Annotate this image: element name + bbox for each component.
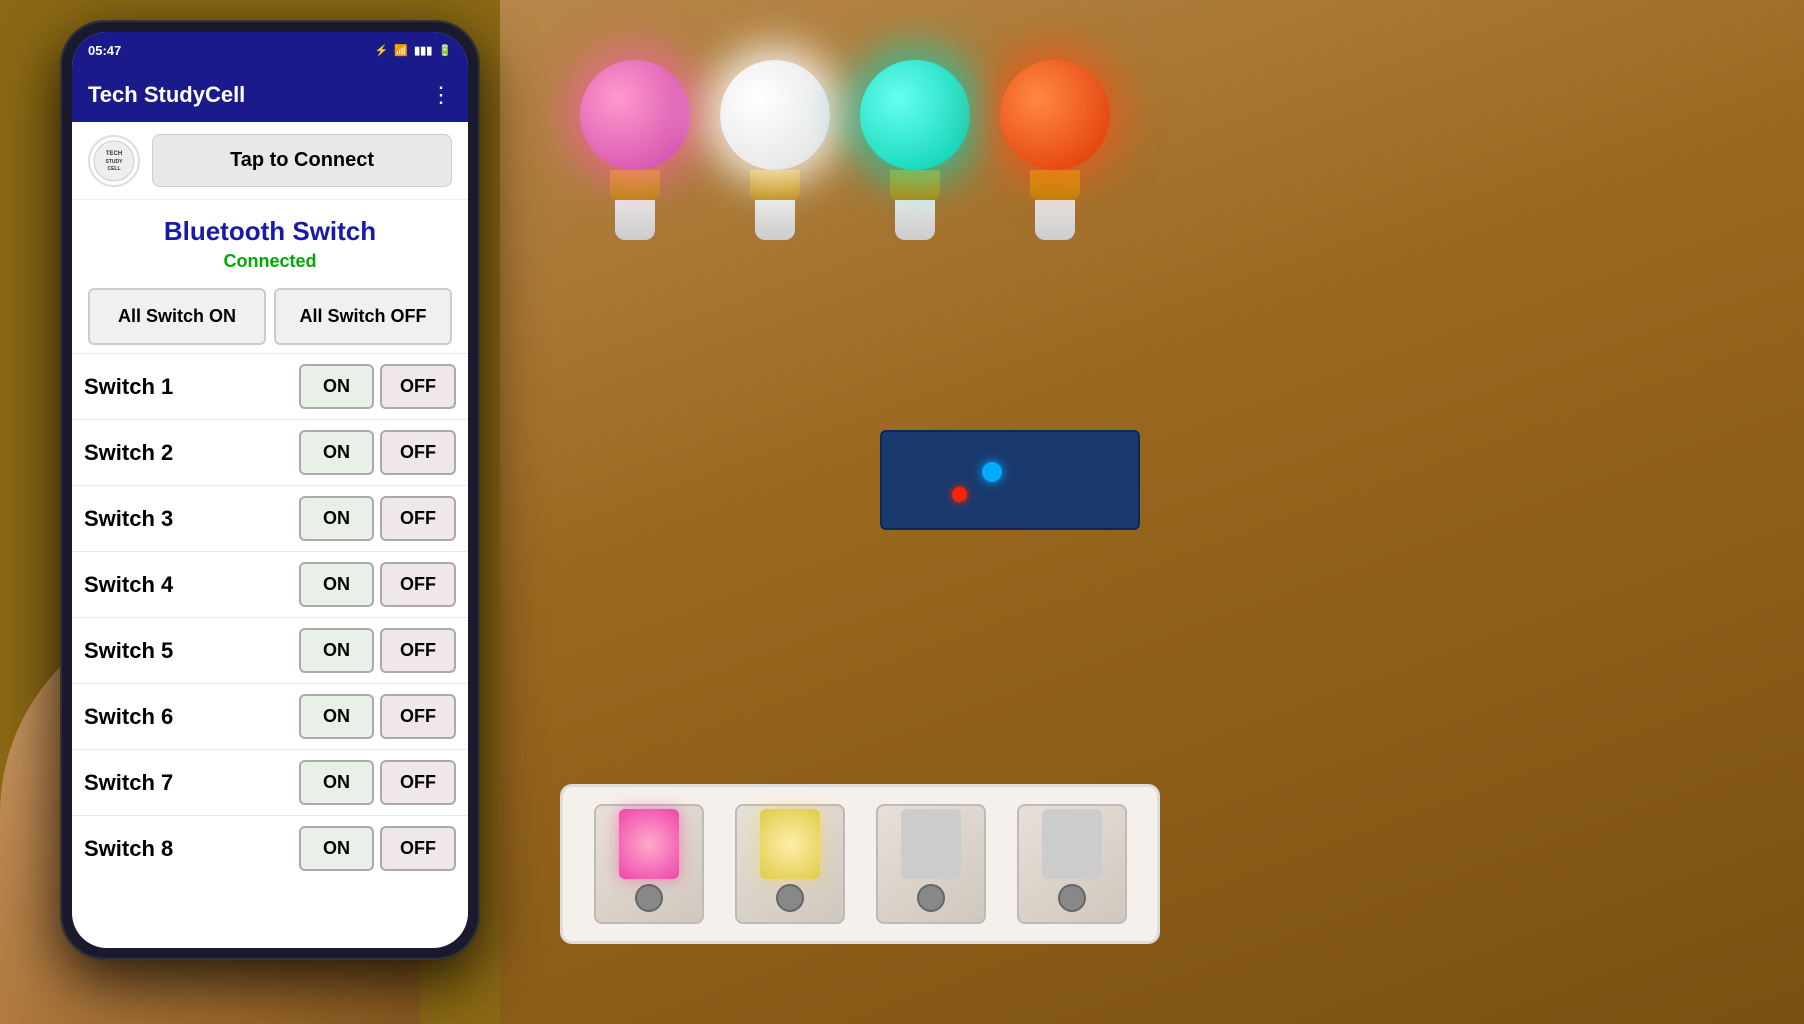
bulb-white-container	[720, 60, 830, 240]
switch-7-on-button[interactable]: ON	[299, 760, 374, 805]
svg-text:STUDY: STUDY	[106, 159, 124, 165]
switch-1-on-button[interactable]: ON	[299, 364, 374, 409]
bluetooth-icon: ⚡	[375, 44, 389, 57]
switch-2-off-button[interactable]: OFF	[380, 430, 456, 475]
all-switch-on-button[interactable]: All Switch ON	[88, 288, 266, 345]
switch-7-label: Switch 7	[84, 770, 299, 796]
esp-led-red	[952, 487, 967, 502]
menu-dots-button[interactable]: ⋮	[430, 82, 452, 108]
switch-6-on-button[interactable]: ON	[299, 694, 374, 739]
battery-icon: 🔋	[438, 44, 452, 57]
phone-wrapper: 05:47 ⚡ 📶 ▮▮▮ 🔋 Tech StudyCell ⋮	[60, 20, 500, 980]
switch-3-label: Switch 3	[84, 506, 299, 532]
switch-3-on-button[interactable]: ON	[299, 496, 374, 541]
toggle-circle-4	[1058, 884, 1086, 912]
switch-row-4: Switch 4ONOFF	[72, 551, 468, 617]
switch-list: Switch 1ONOFFSwitch 2ONOFFSwitch 3ONOFFS…	[72, 353, 468, 881]
switch-row-1: Switch 1ONOFF	[72, 353, 468, 419]
switch-7-off-button[interactable]: OFF	[380, 760, 456, 805]
tap-to-connect-button[interactable]: Tap to Connect	[152, 134, 452, 187]
switch-1-off-button[interactable]: OFF	[380, 364, 456, 409]
switch-row-7: Switch 7ONOFF	[72, 749, 468, 815]
toggle-circle-3	[917, 884, 945, 912]
esp-led-blue	[982, 462, 1002, 482]
bulb-base-cyan	[890, 170, 940, 200]
switch-toggle-2	[735, 804, 845, 924]
bulb-base-white	[750, 170, 800, 200]
bulb-socket-white	[755, 200, 795, 240]
all-switch-off-button[interactable]: All Switch OFF	[274, 288, 452, 345]
svg-text:TECH: TECH	[106, 151, 122, 157]
bulbs-area	[580, 60, 1110, 240]
svg-text:CELL: CELL	[107, 166, 120, 172]
switch-4-off-button[interactable]: OFF	[380, 562, 456, 607]
switch-row-6: Switch 6ONOFF	[72, 683, 468, 749]
switch-toggle-4	[1017, 804, 1127, 924]
switch-2-on-button[interactable]: ON	[299, 430, 374, 475]
bulb-socket-orange	[1035, 200, 1075, 240]
status-bar: 05:47 ⚡ 📶 ▮▮▮ 🔋	[72, 32, 468, 68]
all-switch-row: All Switch ON All Switch OFF	[84, 288, 456, 345]
bulb-orange	[1000, 60, 1110, 170]
bulb-cyan-container	[860, 60, 970, 240]
phone-body: 05:47 ⚡ 📶 ▮▮▮ 🔋 Tech StudyCell ⋮	[60, 20, 480, 960]
bulb-orange-container	[1000, 60, 1110, 240]
toggle-light-3	[901, 809, 961, 879]
bluetooth-section: Bluetooth Switch Connected	[72, 200, 468, 280]
toggle-circle-2	[776, 884, 804, 912]
switch-8-off-button[interactable]: OFF	[380, 826, 456, 871]
phone-screen: 05:47 ⚡ 📶 ▮▮▮ 🔋 Tech StudyCell ⋮	[72, 32, 468, 948]
switch-board	[560, 784, 1160, 944]
app-logo: TECH STUDY CELL	[88, 135, 140, 187]
switch-8-label: Switch 8	[84, 836, 299, 862]
screen-content: TECH STUDY CELL Tap to Connect Bluetooth…	[72, 122, 468, 948]
switch-row-3: Switch 3ONOFF	[72, 485, 468, 551]
bulb-pink	[580, 60, 690, 170]
connect-section: TECH STUDY CELL Tap to Connect	[72, 122, 468, 200]
switch-toggle-3	[876, 804, 986, 924]
bulb-socket-cyan	[895, 200, 935, 240]
bluetooth-title: Bluetooth Switch	[84, 216, 456, 247]
switch-row-8: Switch 8ONOFF	[72, 815, 468, 881]
switch-1-label: Switch 1	[84, 374, 299, 400]
switch-3-off-button[interactable]: OFF	[380, 496, 456, 541]
switch-row-2: Switch 2ONOFF	[72, 419, 468, 485]
toggle-light-4	[1042, 809, 1102, 879]
esp-board	[880, 430, 1140, 530]
switch-8-on-button[interactable]: ON	[299, 826, 374, 871]
wifi-icon: 📶	[394, 44, 408, 57]
switch-row-5: Switch 5ONOFF	[72, 617, 468, 683]
connected-status: Connected	[84, 251, 456, 272]
switch-5-label: Switch 5	[84, 638, 299, 664]
switch-5-on-button[interactable]: ON	[299, 628, 374, 673]
switch-6-off-button[interactable]: OFF	[380, 694, 456, 739]
bulb-pink-container	[580, 60, 690, 240]
switch-6-label: Switch 6	[84, 704, 299, 730]
bulb-white	[720, 60, 830, 170]
bulb-cyan	[860, 60, 970, 170]
toggle-light-1	[619, 809, 679, 879]
bulb-base-orange	[1030, 170, 1080, 200]
toggle-light-2	[760, 809, 820, 879]
status-icons: ⚡ 📶 ▮▮▮ 🔋	[375, 44, 452, 57]
toggle-circle-1	[635, 884, 663, 912]
switch-toggle-1	[594, 804, 704, 924]
bulb-base-pink	[610, 170, 660, 200]
app-bar: Tech StudyCell ⋮	[72, 68, 468, 122]
status-time: 05:47	[88, 43, 121, 58]
switch-2-label: Switch 2	[84, 440, 299, 466]
switch-5-off-button[interactable]: OFF	[380, 628, 456, 673]
bulb-socket-pink	[615, 200, 655, 240]
switch-4-label: Switch 4	[84, 572, 299, 598]
signal-icon: ▮▮▮	[414, 44, 432, 57]
app-title: Tech StudyCell	[88, 82, 245, 108]
switch-4-on-button[interactable]: ON	[299, 562, 374, 607]
